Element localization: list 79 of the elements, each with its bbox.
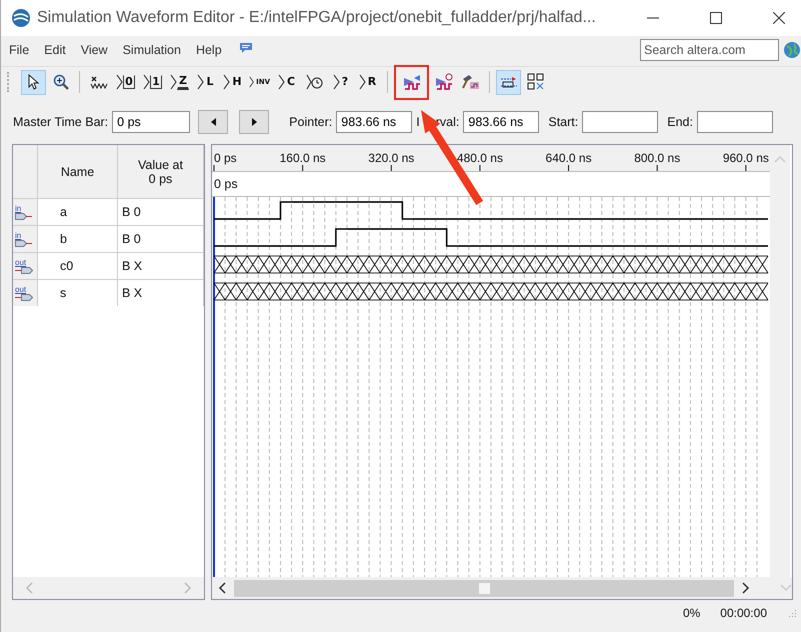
- master-time-bar-field[interactable]: 0 ps: [112, 111, 190, 133]
- signal-value: B 0: [118, 198, 204, 225]
- time-tick-label: 0 ps: [214, 151, 237, 165]
- menu-item[interactable]: Help: [196, 43, 222, 57]
- globe-icon[interactable]: [783, 41, 801, 59]
- progress-text: 0%: [682, 606, 700, 620]
- tool-button[interactable]: L: [194, 70, 219, 94]
- toolbar-grip[interactable]: [7, 72, 11, 92]
- pointer-icon: [28, 74, 40, 90]
- app-logo-icon: [11, 8, 31, 28]
- start-field[interactable]: [582, 111, 658, 133]
- pointer-label: Pointer:: [289, 115, 332, 129]
- menu-item[interactable]: File: [9, 43, 30, 57]
- vertical-scrollbar[interactable]: [770, 145, 790, 577]
- time-tick-label: 160.0 ns: [280, 151, 326, 165]
- hammer-icon: [460, 73, 480, 91]
- tool-button[interactable]: [496, 70, 521, 94]
- chevron-icon: [170, 74, 177, 90]
- signal-name: c0: [38, 252, 118, 279]
- left-triangle-icon: [210, 118, 216, 126]
- scroll-left-icon[interactable]: [218, 582, 226, 594]
- tool-button[interactable]: R: [356, 70, 381, 94]
- start-label: Start:: [548, 115, 578, 129]
- menu-item[interactable]: Edit: [44, 43, 66, 57]
- chevron-icon: [358, 74, 366, 90]
- cursor-time-label: 0 ps: [214, 177, 238, 191]
- resize-grip-icon[interactable]: [787, 608, 797, 618]
- menu-item[interactable]: View: [80, 43, 108, 57]
- tool-button[interactable]: 0: [113, 70, 138, 94]
- tool-button[interactable]: [21, 70, 46, 94]
- time-tick-label: 960.0 ns: [722, 151, 769, 165]
- window-title: Simulation Waveform Editor - E:/intelFPGA/project/onebit_fulladder/prj/halfad...: [37, 9, 596, 27]
- chevron-icon: [116, 74, 124, 90]
- next-button[interactable]: [239, 110, 270, 134]
- chevron-icon: [332, 74, 340, 90]
- chevron-icon: [249, 74, 254, 90]
- signal-name: a: [38, 198, 118, 225]
- menu-item[interactable]: Simulation: [122, 43, 181, 57]
- cross-wave-icon: [90, 74, 108, 90]
- scroll-thumb[interactable]: [478, 582, 490, 594]
- time-tick-label: 320.0 ns: [368, 151, 414, 165]
- time-tick-label: 640.0 ns: [546, 151, 592, 165]
- time-tick-label: 480.0 ns: [456, 151, 503, 165]
- end-field[interactable]: [696, 111, 773, 133]
- column-header: Value at 0 ps: [118, 145, 204, 198]
- speech-bubble-icon[interactable]: [238, 42, 253, 54]
- scroll-right-icon[interactable]: [742, 582, 750, 594]
- chevron-icon: [223, 74, 230, 90]
- tool-button[interactable]: 1: [140, 70, 165, 94]
- signal-value: B 0: [118, 225, 204, 252]
- tool-button[interactable]: ?: [329, 70, 354, 94]
- close-icon[interactable]: [773, 12, 785, 24]
- signal-name: b: [38, 225, 118, 252]
- column-header: Name: [38, 145, 118, 198]
- clock-icon: [306, 74, 324, 90]
- elapsed-time: 00:00:00: [720, 606, 767, 620]
- tool-button[interactable]: C: [275, 70, 300, 94]
- signal-value: B X: [118, 252, 204, 279]
- time-tick-label: 800.0 ns: [634, 151, 680, 165]
- chevron-icon: [278, 74, 285, 90]
- master-time-bar-label: Master Time Bar:: [13, 115, 108, 129]
- snap-ruler-icon: [500, 75, 518, 89]
- chevron-icon: [143, 74, 150, 90]
- tool-button[interactable]: H: [221, 70, 246, 94]
- tool-button[interactable]: Z: [167, 70, 192, 94]
- interval-field[interactable]: 983.66 ns: [463, 111, 540, 133]
- interval-label-fragment: I: [416, 115, 420, 129]
- right-triangle-icon: [252, 118, 257, 126]
- maximize-icon[interactable]: [710, 12, 722, 24]
- end-label: End:: [667, 115, 693, 129]
- horizontal-scrollbar[interactable]: [234, 580, 734, 596]
- grid-icon: [526, 73, 544, 91]
- zoom-in-icon: [52, 74, 68, 90]
- search-field[interactable]: Search altera.com: [640, 39, 779, 61]
- waveform-play-icon: [434, 73, 454, 91]
- pointer-field[interactable]: 983.66 ns: [336, 111, 412, 133]
- chevron-icon: [197, 74, 204, 90]
- previous-button[interactable]: [198, 110, 228, 134]
- waveform-play-icon: [402, 73, 422, 91]
